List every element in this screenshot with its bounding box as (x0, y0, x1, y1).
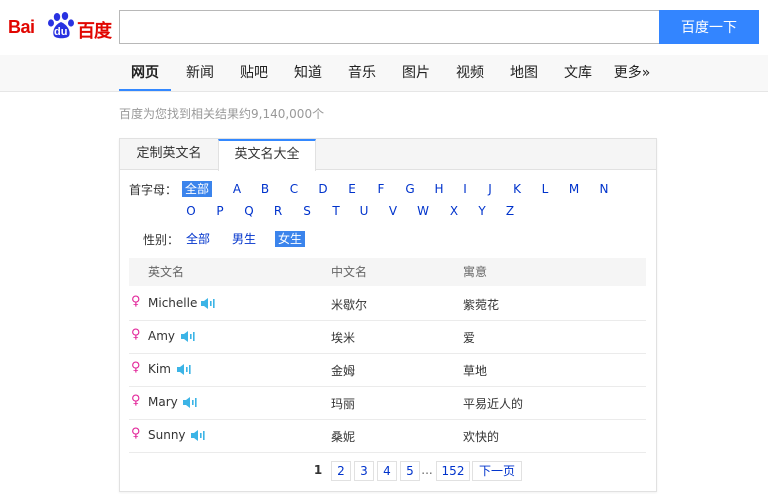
chinese-name: 玛丽 (331, 397, 356, 411)
nav-tab-images[interactable]: 图片 (394, 55, 438, 91)
page-link[interactable]: 2 (331, 461, 351, 481)
name-meaning: 平易近人的 (463, 397, 524, 411)
initial-p[interactable]: P (214, 203, 226, 219)
search-input[interactable] (119, 10, 666, 44)
header-english-name: 英文名 (148, 265, 185, 279)
female-symbol-icon: ♀ (131, 360, 141, 375)
page-link[interactable]: 5 (400, 461, 420, 481)
header-meaning: 寓意 (463, 265, 488, 279)
nav-tab-wenku[interactable]: 文库 (556, 55, 600, 91)
gender-male[interactable]: 男生 (232, 231, 256, 247)
page-ellipsis: ... (421, 463, 433, 477)
page-link[interactable]: 152 (436, 461, 470, 481)
search-button[interactable]: 百度一下 (659, 10, 759, 44)
initial-a[interactable]: A (231, 181, 243, 197)
initial-s[interactable]: S (301, 203, 313, 219)
nav-tab-news[interactable]: 新闻 (178, 55, 222, 91)
result-count: 百度为您找到相关结果约9,140,000个 (119, 107, 325, 121)
chinese-name: 埃米 (331, 331, 356, 345)
nav-tab-music[interactable]: 音乐 (340, 55, 384, 91)
chinese-name: 金姆 (331, 364, 356, 378)
initial-c[interactable]: C (288, 181, 300, 197)
initial-j[interactable]: J (484, 181, 496, 197)
nav-tab-more[interactable]: 更多» (608, 55, 656, 91)
table-row: ♀ Kim 金姆 草地 (129, 353, 646, 387)
logo-cn-text: 百度 (77, 21, 112, 42)
table-row: ♀ Amy 埃米 爱 (129, 320, 646, 354)
nav-tab-map[interactable]: 地图 (502, 55, 546, 91)
nav-tab-web[interactable]: 网页 (119, 55, 171, 91)
initial-n[interactable]: N (598, 181, 610, 197)
speaker-icon[interactable] (200, 297, 216, 310)
initial-z[interactable]: Z (504, 203, 516, 219)
name-meaning: 欢快的 (463, 430, 500, 444)
page-link[interactable]: 4 (377, 461, 397, 481)
gender-female[interactable]: 女生 (275, 231, 306, 247)
initial-f[interactable]: F (375, 181, 387, 197)
initial-i[interactable]: I (459, 181, 471, 197)
nav-tab-zhidao[interactable]: 知道 (286, 55, 330, 91)
page-link[interactable]: 3 (354, 461, 374, 481)
initial-x[interactable]: X (448, 203, 460, 219)
page-current: 1 (313, 463, 323, 477)
initial-k[interactable]: K (511, 181, 523, 197)
initial-h[interactable]: H (433, 181, 445, 197)
english-names-card: 定制英文名 英文名大全 首字母： 全部 A B C D E F G H I J … (119, 138, 657, 492)
gender-all[interactable]: 全部 (186, 231, 210, 247)
initial-g[interactable]: G (404, 181, 416, 197)
table-header: 英文名 中文名 寓意 (129, 258, 646, 286)
table-row: ♀ Sunny 桑妮 欢快的 (129, 419, 646, 453)
initial-w[interactable]: W (416, 203, 430, 219)
tab-name-list[interactable]: 英文名大全 (218, 139, 316, 171)
table-row: ♀ Michelle 米歇尔 紫菀花 (129, 287, 646, 321)
initial-all[interactable]: 全部 (182, 181, 213, 197)
initial-d[interactable]: D (317, 181, 329, 197)
initial-m[interactable]: M (567, 181, 581, 197)
initial-v[interactable]: V (387, 203, 399, 219)
english-name: Kim (148, 362, 171, 376)
name-meaning: 紫菀花 (463, 298, 500, 312)
initial-e[interactable]: E (346, 181, 358, 197)
tab-custom-name[interactable]: 定制英文名 (120, 139, 218, 169)
female-symbol-icon: ♀ (131, 393, 141, 408)
speaker-icon[interactable] (180, 330, 196, 343)
initial-b[interactable]: B (259, 181, 271, 197)
female-symbol-icon: ♀ (131, 327, 141, 342)
initial-y[interactable]: Y (476, 203, 488, 219)
card-tabs: 定制英文名 英文名大全 (120, 139, 656, 171)
nav-tab-tieba[interactable]: 贴吧 (232, 55, 276, 91)
gender-filter-label: 性别： (143, 233, 180, 247)
speaker-icon[interactable] (190, 429, 206, 442)
initial-u[interactable]: U (358, 203, 370, 219)
header-chinese-name: 中文名 (331, 265, 368, 279)
table-row: ♀ Mary 玛丽 平易近人的 (129, 386, 646, 420)
initial-r[interactable]: R (272, 203, 284, 219)
english-name: Amy (148, 329, 175, 343)
chinese-name: 桑妮 (331, 430, 356, 444)
initial-l[interactable]: L (539, 181, 551, 197)
initial-t[interactable]: T (330, 203, 342, 219)
initial-q[interactable]: Q (243, 203, 255, 219)
speaker-icon[interactable] (182, 396, 198, 409)
chinese-name: 米歇尔 (331, 298, 368, 312)
initial-o[interactable]: O (185, 203, 197, 219)
nav-bar: 网页 新闻 贴吧 知道 音乐 图片 视频 地图 文库 更多» (0, 55, 768, 92)
name-meaning: 草地 (463, 364, 488, 378)
speaker-icon[interactable] (176, 363, 192, 376)
initial-filter-label: 首字母： (129, 183, 178, 197)
name-meaning: 爱 (463, 331, 476, 345)
logo-latin-text: Bai (8, 17, 35, 37)
next-page-button[interactable]: 下一页 (472, 461, 522, 481)
logo-du-text: du (54, 26, 68, 38)
female-symbol-icon: ♀ (131, 294, 141, 309)
english-name: Michelle (148, 296, 198, 310)
english-name: Mary (148, 395, 178, 409)
baidu-logo[interactable]: Bai du 百度 (8, 8, 112, 42)
english-name: Sunny (148, 428, 186, 442)
female-symbol-icon: ♀ (131, 426, 141, 441)
nav-tab-video[interactable]: 视频 (448, 55, 492, 91)
